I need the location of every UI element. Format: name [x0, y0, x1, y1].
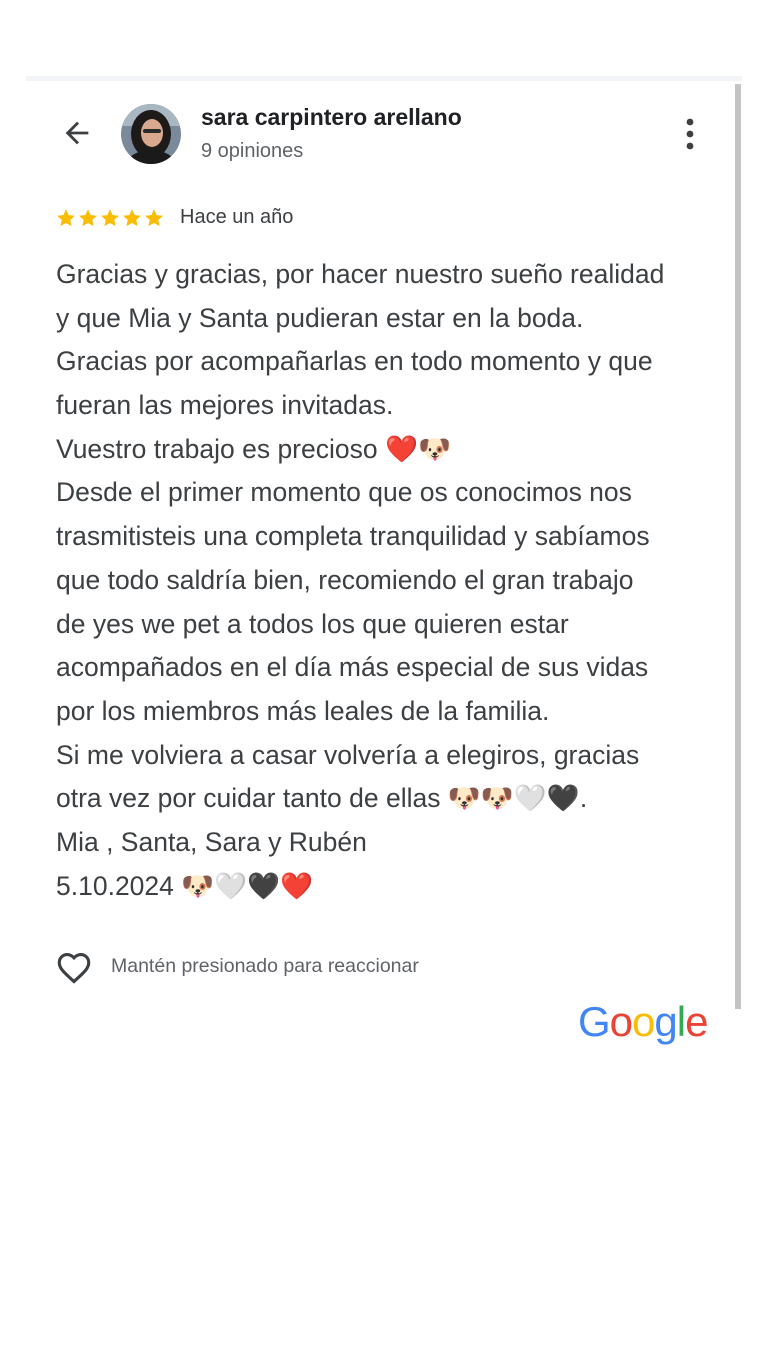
- arrow-left-icon: [65, 121, 89, 145]
- review-line: y que Mia y Santa pudieran estar en la b…: [56, 302, 584, 333]
- review-line: Gracias y gracias, por hacer nuestro sue…: [56, 259, 665, 289]
- review-line: que todo saldría bien, recomiendo el gra…: [56, 564, 634, 595]
- review-line: trasmitisteis una completa tranquilidad …: [56, 521, 650, 552]
- react-label: Mantén presionado para reaccionar: [111, 954, 419, 977]
- star-icon: [57, 209, 75, 227]
- review-line: 5.10.2024 🐶🤍🖤❤️: [56, 870, 314, 901]
- top-divider: [26, 76, 742, 81]
- google-logo-letter: o: [632, 998, 655, 1045]
- review-line: Gracias por acompañarlas en todo momento…: [56, 346, 653, 377]
- review-line: otra vez por cuidar tanto de ellas 🐶🐶🤍🖤.: [56, 783, 588, 814]
- review-count: 9 opiniones: [201, 140, 304, 162]
- more-options-button[interactable]: [672, 112, 708, 156]
- star-icon: [79, 209, 97, 227]
- review-time: Hace un año: [180, 206, 294, 228]
- review-line: por los miembros más leales de la famili…: [56, 695, 550, 726]
- google-logo: Google: [578, 998, 708, 1046]
- react-button[interactable]: Mantén presionado para reaccionar: [54, 948, 419, 984]
- star-icon: [101, 209, 119, 227]
- review-line: Mia , Santa, Sara y Rubén: [56, 826, 367, 857]
- review-line: Vuestro trabajo es precioso ❤️🐶: [56, 433, 451, 464]
- back-button[interactable]: [56, 112, 98, 154]
- reviewer-name[interactable]: sara carpintero arellano: [201, 104, 462, 131]
- google-logo-letter: G: [578, 998, 611, 1045]
- profile-photo-icon: [121, 104, 181, 164]
- star-icon: [123, 209, 141, 227]
- heart-outline-icon: [57, 952, 91, 984]
- review-line: fueran las mejores invitadas.: [56, 390, 394, 421]
- scrollbar[interactable]: [735, 84, 741, 1009]
- review-line: Desde el primer momento que os conocimos…: [56, 477, 632, 508]
- google-logo-letter: o: [609, 998, 633, 1045]
- avatar[interactable]: [121, 104, 181, 164]
- star-rating: [55, 206, 165, 230]
- star-icon: [145, 209, 163, 227]
- review-line: acompañados en el día más especial de su…: [56, 652, 649, 683]
- review-line: de yes we pet a todos los que quieren es…: [56, 608, 569, 639]
- google-logo-letter: e: [685, 998, 708, 1045]
- review-line: Si me volviera a casar volvería a elegir…: [56, 739, 640, 770]
- review-text: Gracias y gracias, por hacer nuestro sue…: [56, 253, 728, 908]
- more-vertical-icon: [686, 118, 694, 150]
- google-logo-letter: g: [654, 998, 677, 1045]
- google-logo-letter: l: [676, 998, 686, 1045]
